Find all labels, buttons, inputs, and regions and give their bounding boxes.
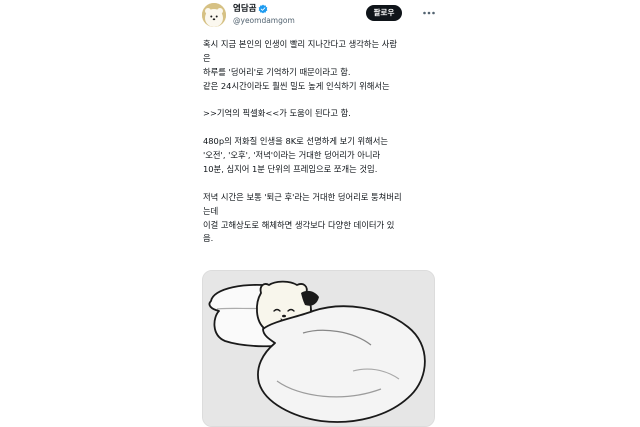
author-display-name[interactable]: 염담곰	[233, 3, 256, 15]
tweet-text-line: 하루를 '덩어리'로 기억하기 때문이라고 함.	[203, 66, 351, 77]
author-name-row[interactable]: 염담곰	[233, 3, 268, 15]
tweet-text-line: 480p의 저화질 인생을 8K로 선명하게 보기 위해서는	[203, 136, 389, 147]
tweet-text-line: 같은 24시간이라도 훨씬 밀도 높게 인식하기 위해서는	[203, 80, 390, 91]
tweet-card: 염담곰 @yeomdamgom 팔로우 혹시 지금 본인의 인생이 빨리 지나간…	[196, 0, 442, 427]
tweet-media-image[interactable]	[202, 270, 435, 427]
tweet-text-line	[203, 94, 437, 108]
avatar[interactable]	[202, 3, 226, 27]
tweet-text-line: 이걸 고해상도로 해체하면 생각보다 다양한 데이터가 있	[203, 219, 395, 230]
more-horizontal-icon[interactable]	[422, 7, 436, 19]
tweet-text-line	[203, 121, 437, 135]
follow-button[interactable]: 팔로우	[366, 5, 402, 21]
tweet-text-line: >>기억의 픽셀화<<가 도움이 된다고 함.	[203, 108, 351, 119]
bear-avatar-icon	[202, 3, 226, 27]
tweet-text-line: 저녁 시간은 보통 '퇴근 후'라는 거대한 덩어리로 퉁쳐버리	[203, 191, 402, 202]
verified-badge-icon	[259, 4, 268, 14]
tweet-text-line: 는데	[203, 205, 219, 216]
sleeping-bear-illustration-icon	[203, 271, 434, 426]
author-handle[interactable]: @yeomdamgom	[233, 15, 295, 26]
tweet-text: 혹시 지금 본인의 인생이 빨리 지나간다고 생각하는 사람 은 하루를 '덩어…	[203, 38, 437, 246]
tweet-text-line: 혹시 지금 본인의 인생이 빨리 지나간다고 생각하는 사람	[203, 39, 398, 49]
tweet-text-line	[203, 177, 437, 191]
tweet-header: 염담곰 @yeomdamgom 팔로우	[196, 0, 442, 30]
tweet-text-line: 10분, 심지어 1분 단위의 프레임으로 쪼개는 것임.	[203, 164, 378, 175]
tweet-text-line: 음.	[203, 233, 214, 244]
tweet-text-line: '오전', '오후', '저녁'이라는 거대한 덩어리가 아니라	[203, 150, 381, 161]
tweet-text-line: 은	[203, 52, 211, 63]
